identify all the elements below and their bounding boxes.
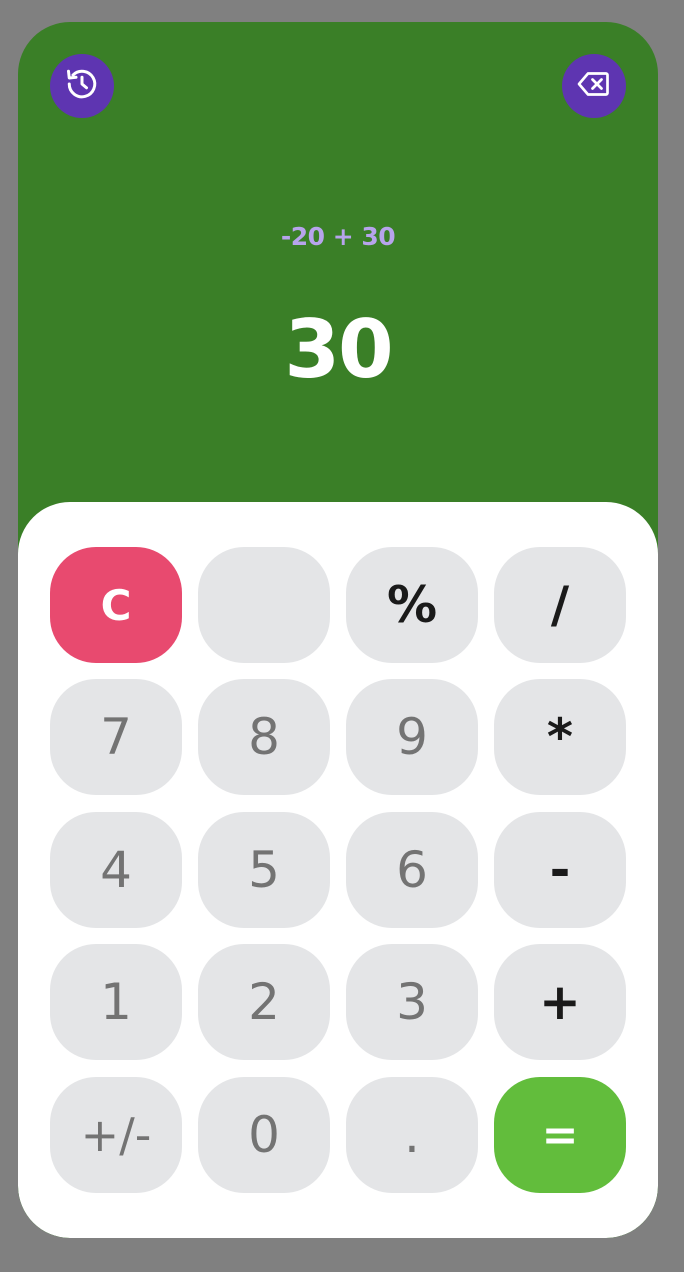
- divide-button[interactable]: /: [494, 547, 626, 663]
- plus-button[interactable]: +: [494, 944, 626, 1060]
- digit-4-button[interactable]: 4: [50, 812, 182, 928]
- result-display: 30: [284, 303, 393, 396]
- decimal-button[interactable]: .: [346, 1077, 478, 1193]
- digit-8-button[interactable]: 8: [198, 679, 330, 795]
- multiply-button[interactable]: *: [494, 679, 626, 795]
- expression-display: -20 + 30: [280, 222, 396, 251]
- blank-button[interactable]: [198, 547, 330, 663]
- history-icon: [64, 66, 100, 106]
- backspace-icon: [576, 66, 612, 106]
- digit-9-button[interactable]: 9: [346, 679, 478, 795]
- percent-button[interactable]: %: [346, 547, 478, 663]
- sign-toggle-button[interactable]: +/-: [50, 1077, 182, 1193]
- equals-button[interactable]: =: [494, 1077, 626, 1193]
- digit-5-button[interactable]: 5: [198, 812, 330, 928]
- digit-7-button[interactable]: 7: [50, 679, 182, 795]
- minus-button[interactable]: -: [494, 812, 626, 928]
- digit-2-button[interactable]: 2: [198, 944, 330, 1060]
- backspace-button[interactable]: [562, 54, 626, 118]
- keypad: C % / 7 8 9 * 4 5 6 - 1 2 3 + +/- 0 . =: [18, 502, 658, 1238]
- digit-0-button[interactable]: 0: [198, 1077, 330, 1193]
- digit-6-button[interactable]: 6: [346, 812, 478, 928]
- clear-button[interactable]: C: [50, 547, 182, 663]
- history-button[interactable]: [50, 54, 114, 118]
- digit-3-button[interactable]: 3: [346, 944, 478, 1060]
- digit-1-button[interactable]: 1: [50, 944, 182, 1060]
- calculator-app: -20 + 30 30 C % / 7 8 9 * 4 5 6 - 1 2 3 …: [18, 22, 658, 1238]
